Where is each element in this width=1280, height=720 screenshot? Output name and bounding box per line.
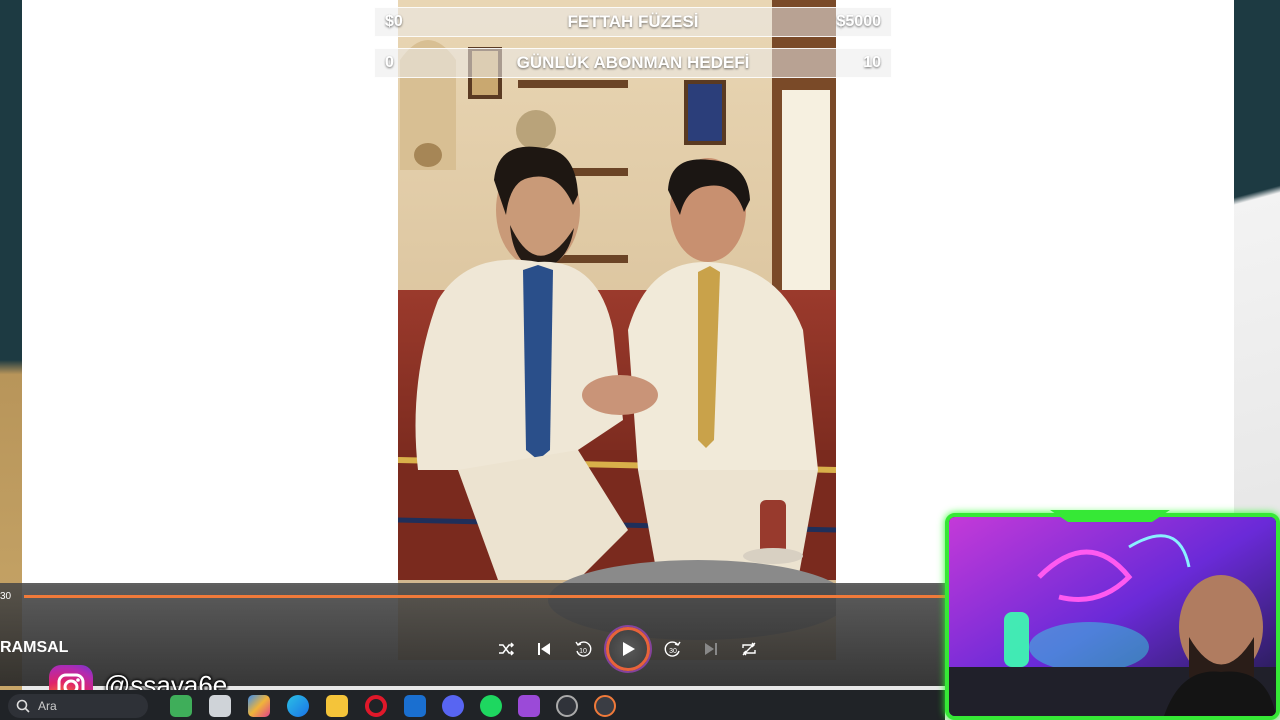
svg-text:10: 10	[579, 648, 587, 655]
rewind-10-icon[interactable]: 10	[571, 637, 595, 661]
time-label: 30	[0, 591, 12, 602]
section-label: RAMSAL	[0, 639, 69, 656]
copilot-icon[interactable]	[248, 695, 270, 717]
edge-icon[interactable]	[287, 695, 309, 717]
goal-title: GÜNLÜK ABONMAN HEDEFİ	[516, 53, 750, 72]
opera-icon[interactable]	[365, 695, 387, 717]
next-icon[interactable]	[699, 637, 723, 661]
forward-30-icon[interactable]: 30	[661, 637, 685, 661]
photos-icon[interactable]	[170, 695, 192, 717]
discord-icon[interactable]	[442, 695, 464, 717]
play-icon	[623, 642, 635, 656]
play-button[interactable]	[606, 627, 650, 671]
svg-text:30: 30	[669, 648, 677, 655]
goal-target-value: $5000	[836, 13, 882, 30]
seek-bar[interactable]	[24, 595, 945, 598]
goal-start-value: $0	[385, 13, 403, 30]
goal-title: FETTAH FÜZESİ	[567, 12, 699, 31]
goal-target-value: 10	[863, 54, 881, 71]
spotify-icon[interactable]	[480, 695, 502, 717]
search-placeholder: Ara	[38, 699, 57, 713]
webcam-frame-notch	[1050, 510, 1170, 522]
goal-start-value: 0	[385, 54, 394, 71]
repeat-icon[interactable]	[737, 637, 761, 661]
taskbar-search[interactable]: Ara	[8, 694, 148, 718]
webcam-frame	[945, 513, 1280, 720]
rocket-goal-bar: $0 FETTAH FÜZESİ $5000	[374, 7, 892, 37]
outlook-icon[interactable]	[404, 695, 426, 717]
folder-icon[interactable]	[326, 695, 348, 717]
search-icon	[16, 699, 30, 713]
media-player-icon[interactable]	[594, 695, 616, 717]
shared-photo	[398, 0, 836, 660]
podcast-icon[interactable]	[518, 695, 540, 717]
previous-icon[interactable]	[532, 637, 556, 661]
webcam-feed	[949, 517, 1276, 716]
obs-icon[interactable]	[556, 695, 578, 717]
subscriber-goal-bar: 0 GÜNLÜK ABONMAN HEDEFİ 10	[374, 48, 892, 78]
file-explorer-icon[interactable]	[209, 695, 231, 717]
shuffle-icon[interactable]	[494, 637, 518, 661]
